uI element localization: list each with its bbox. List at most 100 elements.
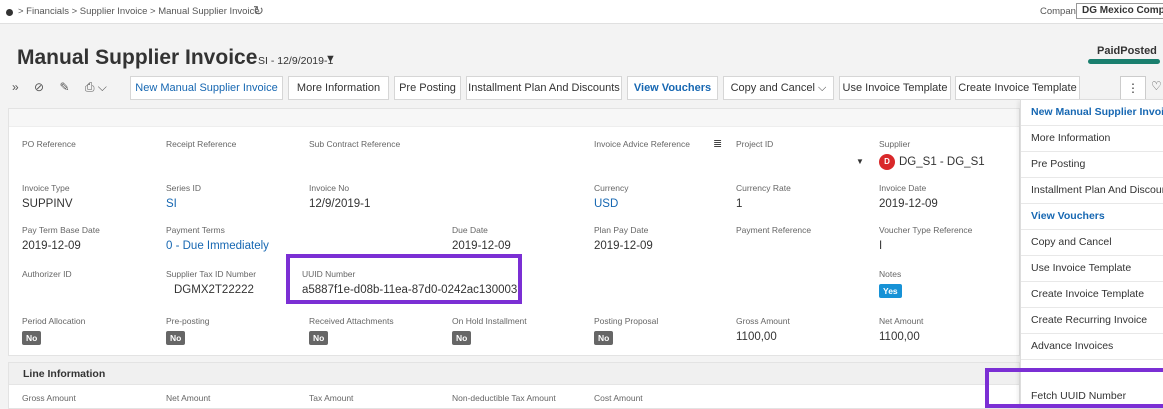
menu-item-more-information[interactable]: More Information [1021,126,1163,152]
field-label: Net Amount [879,316,924,326]
more-actions-button[interactable]: ⋮ [1120,76,1146,100]
line-information-header[interactable]: Line Information [9,363,1019,385]
field-label: Invoice Advice Reference [594,139,690,149]
more-information-button[interactable]: More Information [288,76,389,100]
invoice-no-field: Invoice No 12/9/2019-1 [309,183,370,210]
field-label: Payment Terms [166,225,225,235]
section-title: Line Information [23,368,106,380]
column-header: Cost Amount [594,393,643,403]
field-label: Invoice No [309,183,350,193]
authorizer-id-field: Authorizer ID [22,269,72,279]
menu-item-new-manual-supplier-invoice[interactable]: New Manual Supplier Invoice [1021,100,1163,126]
supplier-field[interactable]: Supplier D DG_S1 - DG_S1 [879,139,985,170]
series-id-link[interactable]: SI [166,198,201,210]
supplier-value[interactable]: D DG_S1 - DG_S1 [879,154,985,170]
menu-item-advance-invoices[interactable]: Advance Invoices [1021,334,1163,360]
field-value: 12/9/2019-1 [309,198,371,210]
menu-item-use-invoice-template[interactable]: Use Invoice Template [1021,256,1163,282]
notes-field[interactable]: Notes Yes [879,269,902,298]
field-value: 1 [736,198,743,210]
currency-field[interactable]: Currency USD [594,183,628,210]
company-label: Company [1040,6,1081,17]
use-invoice-template-button[interactable]: Use Invoice Template [839,76,951,100]
list-icon[interactable]: ≣ [713,137,722,150]
home-dot-icon[interactable] [6,9,13,16]
field-label: Currency [594,183,629,193]
menu-item-installment-plan[interactable]: Installment Plan And Discounts [1021,178,1163,204]
series-id-field[interactable]: Series ID SI [166,183,201,210]
copy-and-cancel-button[interactable]: Copy and Cancel ⌵ [723,76,834,100]
more-actions-menu: New Manual Supplier Invoice More Informa… [1020,99,1163,409]
breadcrumb[interactable]: > Financials > Supplier Invoice > Manual… [18,6,260,17]
toolbar-icons: » ⊘ ✎ ⎙ ⌵ [12,80,119,95]
refresh-icon[interactable]: ↻ [253,3,264,19]
top-bar: > Financials > Supplier Invoice > Manual… [0,0,1163,24]
favorite-heart-icon[interactable]: ♡ [1151,79,1162,93]
field-label: Supplier Tax ID Number [166,269,257,279]
field-value: 1100,00 [736,331,777,343]
field-label: PO Reference [22,139,76,149]
field-label: Period Allocation [22,316,86,326]
field-label: Received Attachments [309,316,394,326]
field-label: Currency Rate [736,183,791,193]
supplier-chevron-down-icon[interactable]: ▼ [856,157,864,166]
gross-amount-field: Gross Amount 1100,00 [736,316,790,343]
field-label: Invoice Date [879,183,927,193]
fetch-uuid-highlight-box [985,368,1163,408]
field-value: 2019-12-09 [452,240,511,252]
installment-plan-button[interactable]: Installment Plan And Discounts [466,76,622,100]
due-date-field: Due Date 2019-12-09 [452,225,511,252]
project-id-field[interactable]: Project ID [736,139,773,149]
edit-icon[interactable]: ✎ [59,80,69,94]
line-information-panel: Line Information Gross Amount Net Amount… [8,362,1020,409]
status-label: PaidPosted [1097,45,1157,57]
invoice-date-field: Invoice Date 2019-12-09 [879,183,938,210]
notes-badge[interactable]: Yes [879,284,902,298]
print-icon[interactable]: ⎙ ⌵ [85,80,107,94]
attachment-icon[interactable]: ⊘ [34,80,44,94]
field-label: Voucher Type Reference [879,225,973,235]
receipt-reference-field[interactable]: Receipt Reference [166,139,236,149]
company-selector[interactable]: DG Mexico Company [1076,3,1163,19]
status-badge: No [22,331,42,345]
po-reference-field[interactable]: PO Reference [22,139,76,149]
status-badge: No [166,331,186,345]
page-header: Manual Supplier Invoice SI - 12/9/2019-1… [0,25,1163,73]
field-label: Pay Term Base Date [22,225,100,235]
field-label: Plan Pay Date [594,225,649,235]
new-manual-supplier-invoice-button[interactable]: New Manual Supplier Invoice [130,76,283,100]
menu-item-copy-and-cancel[interactable]: Copy and Cancel [1021,230,1163,256]
menu-item-view-vouchers[interactable]: View Vouchers [1021,204,1163,230]
invoice-advice-reference-field[interactable]: Invoice Advice Reference [594,139,690,149]
currency-link[interactable]: USD [594,198,628,210]
column-header: Non-deductible Tax Amount [452,393,556,403]
received-attachments-field: Received Attachments No [309,316,394,345]
view-vouchers-button[interactable]: View Vouchers [627,76,718,100]
pre-posting-button[interactable]: Pre Posting [394,76,461,100]
field-label: Invoice Type [22,183,70,193]
menu-item-create-recurring-invoice[interactable]: Create Recurring Invoice [1021,308,1163,334]
sub-contract-reference-field[interactable]: Sub Contract Reference [309,139,400,149]
field-value: 1100,00 [879,331,920,343]
payment-reference-field: Payment Reference [736,225,811,235]
create-invoice-template-button[interactable]: Create Invoice Template [955,76,1080,100]
record-chevron-down-icon[interactable]: ▼ [325,53,336,65]
expand-icon[interactable]: » [12,80,19,94]
supplier-tax-id-field: Supplier Tax ID Number DGMX2T22222 [166,269,256,296]
payment-terms-link[interactable]: 0 - Due Immediately [166,240,269,252]
column-header: Net Amount [166,393,211,403]
field-label: Authorizer ID [22,269,72,279]
field-label: Posting Proposal [594,316,659,326]
avatar: D [879,154,895,170]
pay-term-base-date-field: Pay Term Base Date 2019-12-09 [22,225,100,252]
period-allocation-field: Period Allocation No [22,316,85,345]
field-label: Supplier [879,139,911,149]
payment-terms-field[interactable]: Payment Terms 0 - Due Immediately [166,225,269,252]
menu-item-create-invoice-template[interactable]: Create Invoice Template [1021,282,1163,308]
field-value: 2019-12-09 [22,240,81,252]
field-label: Receipt Reference [166,139,237,149]
field-label: On Hold Installment [452,316,527,326]
menu-item-pre-posting[interactable]: Pre Posting [1021,152,1163,178]
field-label: Project ID [736,139,774,149]
command-toolbar: » ⊘ ✎ ⎙ ⌵ New Manual Supplier Invoice Mo… [0,74,1163,102]
